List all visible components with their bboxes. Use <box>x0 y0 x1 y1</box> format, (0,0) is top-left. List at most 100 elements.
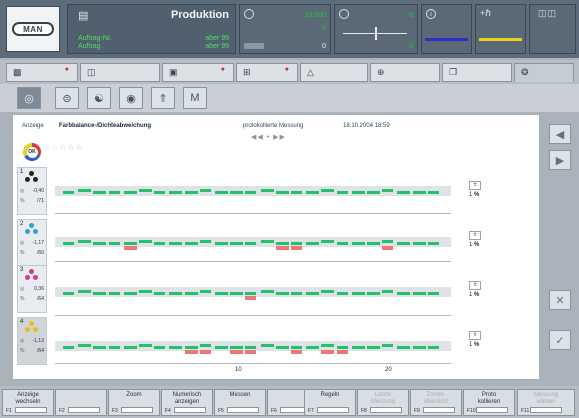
x-tick-10: 10 <box>235 367 242 373</box>
job-row: Auftrag-Nr. aber 99 <box>78 35 229 42</box>
roller-icon: ⊜ <box>62 92 72 105</box>
m-tool-label: M <box>190 92 200 104</box>
arrow-tool-button[interactable]: ⇑ <box>151 87 175 109</box>
f10-protokollieren[interactable]: Proto kollieren F10 <box>463 389 515 416</box>
speed-value-2: 0 <box>322 25 326 32</box>
scale-stepper-icon[interactable]: ± <box>469 181 481 190</box>
f1-anzeige-wechseln[interactable]: Anzeige wechseln F1 <box>2 389 54 416</box>
m-tool-button[interactable]: M <box>183 87 207 109</box>
scale-value: 1 <box>469 342 473 348</box>
info-panel[interactable]: i <box>421 4 472 54</box>
f7-regeln[interactable]: Regeln F7 <box>304 389 356 416</box>
zone-mark-deviation <box>245 350 257 354</box>
zone-mark-deviation <box>230 350 244 354</box>
production-panel[interactable]: ▤ Produktion Auftrag-Nr. aber 99 Auftrag… <box>67 4 236 54</box>
scroll-left-button[interactable]: ◀ <box>549 124 571 144</box>
fkey-label: Zonen- übersicht <box>423 392 449 405</box>
tab-chart[interactable]: △ <box>300 63 368 82</box>
zone-mark <box>123 191 137 194</box>
ink-dot-icon <box>25 275 30 280</box>
roller-tool-button[interactable]: ⊜ <box>55 87 79 109</box>
confirm-button[interactable]: ✓ <box>549 330 571 350</box>
scale-stepper-icon[interactable]: ± <box>469 281 481 290</box>
scale-stepper-icon[interactable]: ± <box>469 231 481 240</box>
zone-mark <box>306 191 320 194</box>
ok-status-icon: OK <box>23 143 41 161</box>
close-icon: ✕ <box>555 294 565 307</box>
gauge-tool-button[interactable]: ◎ <box>17 87 41 109</box>
f8-letzte-messung[interactable]: Letzte Messung F8 <box>357 389 409 416</box>
zone-mark <box>78 189 92 192</box>
zone-mark <box>245 292 257 295</box>
zone-mark <box>169 292 183 295</box>
f9-zonenuebersicht[interactable]: Zonen- übersicht F9 <box>410 389 462 416</box>
zone-mark <box>382 240 394 243</box>
zone-mark <box>427 191 439 194</box>
zone-mark <box>397 191 411 194</box>
tab-page[interactable]: ▣ ● <box>162 63 234 82</box>
info-status-bar <box>425 38 468 41</box>
position-slider-knob[interactable] <box>375 27 377 40</box>
row-selector-3[interactable]: 3 ◎ 0,36 % /64 <box>17 265 47 313</box>
tab-machine[interactable]: ◫ <box>80 63 160 82</box>
zone-mark <box>184 292 198 295</box>
alert-marker-icon: ● <box>284 66 289 73</box>
percent-label: % <box>20 250 25 256</box>
scroll-right-button[interactable]: ▶ <box>549 150 571 170</box>
zone-mark <box>215 292 228 295</box>
f2-blank[interactable]: F2 <box>55 389 107 416</box>
zone-mark <box>412 191 426 194</box>
zone-mark <box>63 292 74 295</box>
zone-mark <box>321 344 335 347</box>
check-icon: ✓ <box>555 334 565 347</box>
f5-messen[interactable]: Messen F5 <box>214 389 266 416</box>
temperature-status-bar <box>479 38 522 41</box>
tab-color[interactable]: ❂ <box>514 63 574 82</box>
zone-mark <box>184 242 198 245</box>
row-selector-2[interactable]: 2 ◎ -1,17 % /60 <box>17 219 47 267</box>
scale-stepper-icon[interactable]: ± <box>469 331 481 340</box>
speed-panel[interactable]: 10.000 0 0 <box>239 4 331 54</box>
tab-route[interactable]: ⊞ ● <box>236 63 298 82</box>
f11-messung-waehlen[interactable]: Messung wählen F11 <box>517 389 575 416</box>
color-balance-panel: Anzeige Farbbalance-/Dichteabweichung pr… <box>12 114 540 380</box>
color-tool-button[interactable]: ◉ <box>119 87 143 109</box>
scale-control-1[interactable]: ± 1 % <box>469 181 481 198</box>
zone-mark <box>199 189 211 192</box>
arrow-icon: ⇑ <box>158 92 168 105</box>
zone-mark <box>215 242 228 245</box>
tab-copy[interactable]: ❐ <box>442 63 512 82</box>
alert-marker-icon: ● <box>64 66 69 73</box>
cancel-button[interactable]: ✕ <box>549 290 571 310</box>
f3-zoom[interactable]: Zoom F3 <box>108 389 160 416</box>
row-selector-1[interactable]: 1 ◎ -0,40 % /71 <box>17 167 47 215</box>
tab-monitor[interactable]: ▩ ● <box>6 63 78 82</box>
scale-control-2[interactable]: ± 1 % <box>469 231 481 248</box>
zone-mark <box>245 191 257 194</box>
press-machine-icon: ▤ <box>78 10 89 22</box>
fkey-led <box>121 407 153 413</box>
f4-numerisch-anzeigen[interactable]: Numerisch anzeigen F4 <box>161 389 213 416</box>
density-label: ◎ <box>20 338 25 344</box>
fkey-number: F7 <box>308 408 314 414</box>
fkey-led <box>476 407 508 413</box>
tab-register[interactable]: ⊕ <box>370 63 440 82</box>
balance-tool-button[interactable]: ☯ <box>87 87 111 109</box>
zone-mark <box>367 346 380 349</box>
zone-mark <box>78 240 92 243</box>
zone-mark <box>199 290 211 293</box>
unit-panel[interactable]: ◫◫ <box>529 4 576 54</box>
zone-mark-deviation <box>123 246 137 250</box>
position-panel[interactable]: 0 0 <box>334 4 418 54</box>
scale-control-4[interactable]: ± 1 % <box>469 331 481 348</box>
percent-value: /64 <box>37 296 44 302</box>
temperature-panel[interactable]: +ℏ <box>475 4 526 54</box>
fkey-label: Messung wählen <box>533 392 559 405</box>
row-selector-4[interactable]: 4 ◎ -1,13 % /64 <box>17 317 47 365</box>
zone-mark <box>260 240 274 243</box>
scale-control-3[interactable]: ± 1 % <box>469 281 481 298</box>
fkey-led <box>174 407 206 413</box>
density-label: ◎ <box>20 240 25 246</box>
zone-mark <box>336 242 348 245</box>
measurement-nav[interactable]: ◀◀ • ▶▶ <box>251 133 286 141</box>
